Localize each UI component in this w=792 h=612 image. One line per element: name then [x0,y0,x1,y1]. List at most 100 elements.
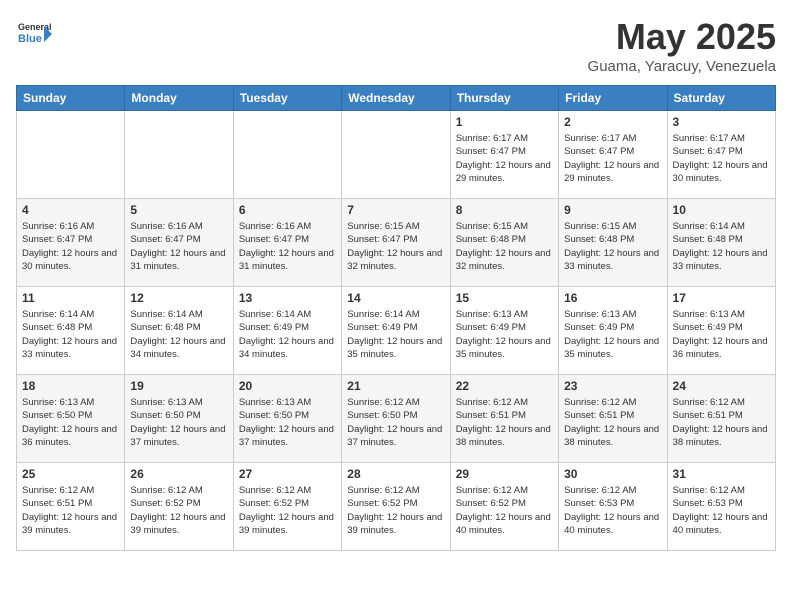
day-info: Sunrise: 6:14 AMSunset: 6:48 PMDaylight:… [22,308,119,361]
page-header: General Blue May 2025 Guama, Yaracuy, Ve… [16,16,776,75]
calendar-cell: 21 Sunrise: 6:12 AMSunset: 6:50 PMDayligh… [342,375,450,463]
day-info: Sunrise: 6:13 AMSunset: 6:50 PMDaylight:… [239,396,336,449]
calendar-cell: 30 Sunrise: 6:12 AMSunset: 6:53 PMDayligh… [559,463,667,551]
day-info: Sunrise: 6:12 AMSunset: 6:53 PMDaylight:… [673,484,770,537]
calendar-cell: 24 Sunrise: 6:12 AMSunset: 6:51 PMDayligh… [667,375,775,463]
calendar-cell: 22 Sunrise: 6:12 AMSunset: 6:51 PMDayligh… [450,375,558,463]
day-info: Sunrise: 6:12 AMSunset: 6:53 PMDaylight:… [564,484,661,537]
day-info: Sunrise: 6:17 AMSunset: 6:47 PMDaylight:… [673,132,770,185]
calendar-cell: 15Sunrise: 6:13 AMSunset: 6:49 PMDayligh… [450,287,558,375]
day-info: Sunrise: 6:12 AMSunset: 6:51 PMDaylight:… [673,396,770,449]
day-number: 25 [22,467,119,481]
calendar-cell [342,111,450,199]
day-number: 27 [239,467,336,481]
day-info: Sunrise: 6:16 AMSunset: 6:47 PMDaylight:… [239,220,336,273]
header-thursday: Thursday [450,86,558,111]
day-info: Sunrise: 6:15 AMSunset: 6:48 PMDaylight:… [564,220,661,273]
calendar-cell: 1 Sunrise: 6:17 AMSunset: 6:47 PMDaylight… [450,111,558,199]
logo-svg: General Blue [16,16,52,52]
calendar-cell: 17 Sunrise: 6:13 AMSunset: 6:49 PMDayligh… [667,287,775,375]
day-number: 26 [130,467,227,481]
calendar-table: SundayMondayTuesdayWednesdayThursdayFrid… [16,85,776,551]
day-number: 17 [673,291,770,305]
calendar-cell: 5Sunrise: 6:16 AMSunset: 6:47 PMDaylight… [125,199,233,287]
day-number: 13 [239,291,336,305]
calendar-cell: 13 Sunrise: 6:14 AMSunset: 6:49 PMDayligh… [233,287,341,375]
calendar-cell: 20Sunrise: 6:13 AMSunset: 6:50 PMDayligh… [233,375,341,463]
calendar-cell [233,111,341,199]
calendar-cell: 19Sunrise: 6:13 AMSunset: 6:50 PMDayligh… [125,375,233,463]
day-number: 30 [564,467,661,481]
calendar-cell: 4 Sunrise: 6:16 AMSunset: 6:47 PMDaylight… [17,199,125,287]
day-info: Sunrise: 6:13 AMSunset: 6:50 PMDaylight:… [22,396,119,449]
day-info: Sunrise: 6:12 AMSunset: 6:51 PMDaylight:… [22,484,119,537]
calendar-location: Guama, Yaracuy, Venezuela [588,58,776,75]
day-number: 9 [564,203,661,217]
calendar-week-1: 1 Sunrise: 6:17 AMSunset: 6:47 PMDaylight… [17,111,776,199]
calendar-cell: 2Sunrise: 6:17 AMSunset: 6:47 PMDaylight… [559,111,667,199]
calendar-cell: 16Sunrise: 6:13 AMSunset: 6:49 PMDayligh… [559,287,667,375]
day-info: Sunrise: 6:17 AMSunset: 6:47 PMDaylight:… [564,132,661,185]
day-info: Sunrise: 6:14 AMSunset: 6:49 PMDaylight:… [347,308,444,361]
title-block: May 2025 Guama, Yaracuy, Venezuela [588,16,776,75]
day-number: 3 [673,115,770,129]
day-number: 1 [456,115,553,129]
day-number: 28 [347,467,444,481]
calendar-week-4: 18 Sunrise: 6:13 AMSunset: 6:50 PMDayligh… [17,375,776,463]
calendar-cell: 31 Sunrise: 6:12 AMSunset: 6:53 PMDayligh… [667,463,775,551]
day-number: 11 [22,291,119,305]
calendar-cell: 29Sunrise: 6:12 AMSunset: 6:52 PMDayligh… [450,463,558,551]
calendar-cell: 23Sunrise: 6:12 AMSunset: 6:51 PMDayligh… [559,375,667,463]
day-info: Sunrise: 6:17 AMSunset: 6:47 PMDaylight:… [456,132,553,185]
calendar-cell [125,111,233,199]
calendar-cell: 3 Sunrise: 6:17 AMSunset: 6:47 PMDaylight… [667,111,775,199]
header-wednesday: Wednesday [342,86,450,111]
day-info: Sunrise: 6:12 AMSunset: 6:52 PMDaylight:… [239,484,336,537]
day-number: 6 [239,203,336,217]
day-number: 16 [564,291,661,305]
day-info: Sunrise: 6:14 AMSunset: 6:48 PMDaylight:… [673,220,770,273]
day-number: 24 [673,379,770,393]
day-info: Sunrise: 6:16 AMSunset: 6:47 PMDaylight:… [22,220,119,273]
header-friday: Friday [559,86,667,111]
calendar-cell: 27 Sunrise: 6:12 AMSunset: 6:52 PMDayligh… [233,463,341,551]
calendar-cell: 28Sunrise: 6:12 AMSunset: 6:52 PMDayligh… [342,463,450,551]
day-info: Sunrise: 6:15 AMSunset: 6:47 PMDaylight:… [347,220,444,273]
header-tuesday: Tuesday [233,86,341,111]
svg-text:Blue: Blue [18,33,42,45]
day-info: Sunrise: 6:12 AMSunset: 6:51 PMDaylight:… [456,396,553,449]
calendar-cell: 10 Sunrise: 6:14 AMSunset: 6:48 PMDayligh… [667,199,775,287]
day-number: 12 [130,291,227,305]
day-info: Sunrise: 6:14 AMSunset: 6:48 PMDaylight:… [130,308,227,361]
day-info: Sunrise: 6:14 AMSunset: 6:49 PMDaylight:… [239,308,336,361]
calendar-cell: 25 Sunrise: 6:12 AMSunset: 6:51 PMDayligh… [17,463,125,551]
calendar-cell [17,111,125,199]
day-number: 10 [673,203,770,217]
day-number: 29 [456,467,553,481]
calendar-cell: 8 Sunrise: 6:15 AMSunset: 6:48 PMDaylight… [450,199,558,287]
calendar-cell: 9 Sunrise: 6:15 AMSunset: 6:48 PMDaylight… [559,199,667,287]
day-number: 5 [130,203,227,217]
calendar-cell: 18 Sunrise: 6:13 AMSunset: 6:50 PMDayligh… [17,375,125,463]
header-saturday: Saturday [667,86,775,111]
logo: General Blue [16,16,56,52]
calendar-cell: 12 Sunrise: 6:14 AMSunset: 6:48 PMDayligh… [125,287,233,375]
day-info: Sunrise: 6:12 AMSunset: 6:51 PMDaylight:… [564,396,661,449]
day-number: 22 [456,379,553,393]
day-number: 8 [456,203,553,217]
calendar-cell: 6 Sunrise: 6:16 AMSunset: 6:47 PMDaylight… [233,199,341,287]
day-number: 18 [22,379,119,393]
day-number: 21 [347,379,444,393]
day-number: 19 [130,379,227,393]
day-info: Sunrise: 6:12 AMSunset: 6:52 PMDaylight:… [130,484,227,537]
day-info: Sunrise: 6:15 AMSunset: 6:48 PMDaylight:… [456,220,553,273]
calendar-week-2: 4 Sunrise: 6:16 AMSunset: 6:47 PMDaylight… [17,199,776,287]
day-info: Sunrise: 6:12 AMSunset: 6:50 PMDaylight:… [347,396,444,449]
header-monday: Monday [125,86,233,111]
day-number: 31 [673,467,770,481]
calendar-cell: 7 Sunrise: 6:15 AMSunset: 6:47 PMDaylight… [342,199,450,287]
header-sunday: Sunday [17,86,125,111]
day-number: 7 [347,203,444,217]
day-number: 4 [22,203,119,217]
day-info: Sunrise: 6:13 AMSunset: 6:49 PMDaylight:… [673,308,770,361]
